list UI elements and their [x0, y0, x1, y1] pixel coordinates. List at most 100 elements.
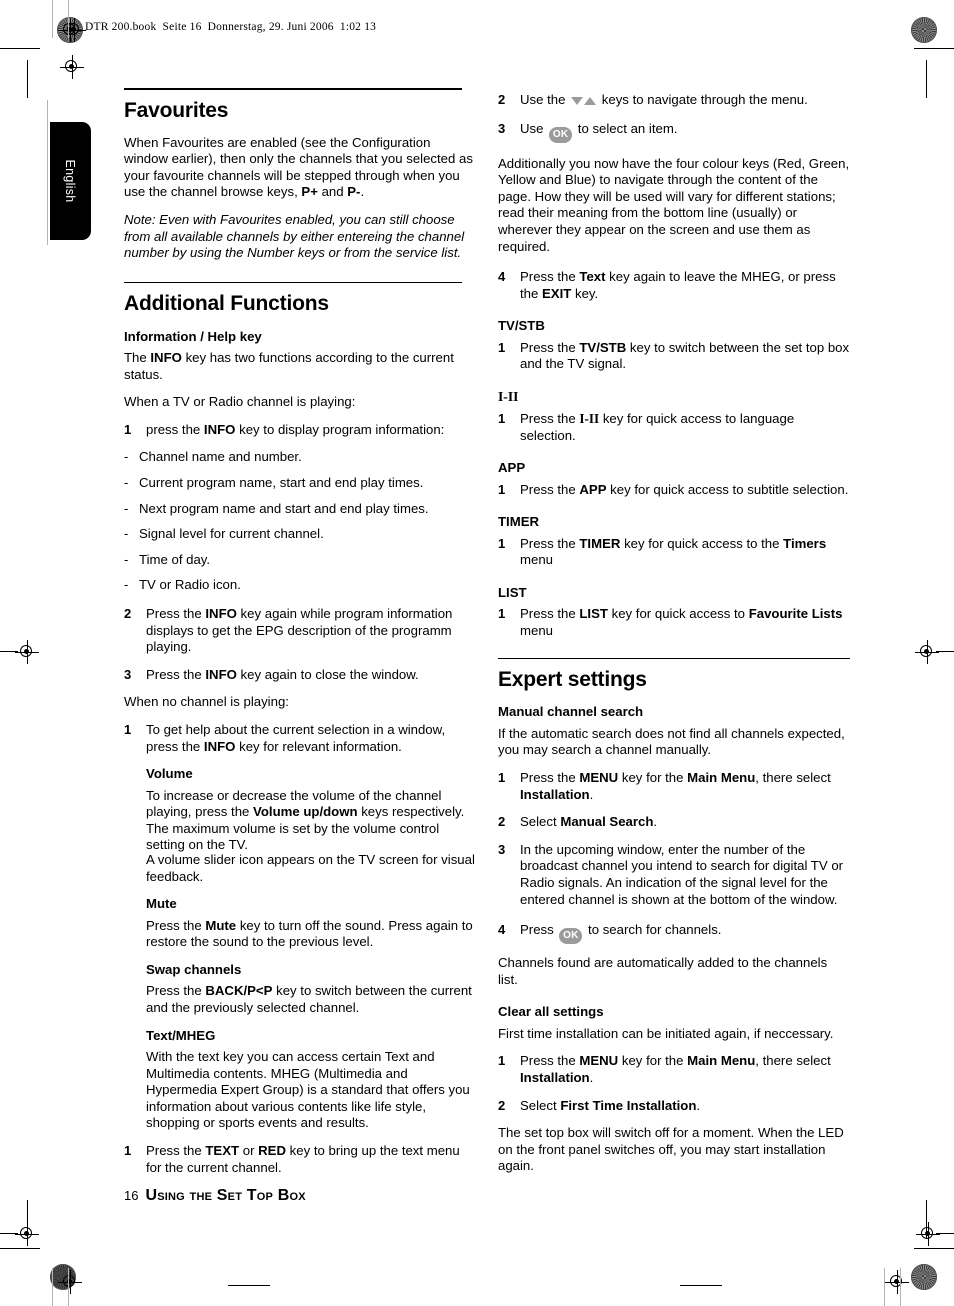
step-text-a: press the: [146, 421, 204, 437]
key-text: Text: [579, 269, 606, 285]
step-text: Press the APP key for quick access to su…: [520, 482, 850, 499]
step-text-c: or: [239, 1143, 259, 1159]
guide-line-bottom-right-v2: [900, 1268, 901, 1306]
key-red: RED: [258, 1143, 286, 1159]
registration-rosette-top-right: [911, 17, 937, 43]
guide-line-bottom-v2: [68, 1268, 69, 1306]
page-footer: 16 Using the Set Top Box: [124, 1187, 306, 1205]
manual-search-paragraph: If the automatic search does not find al…: [498, 725, 845, 758]
step-text-b: keys to navigate through the menu.: [598, 92, 808, 107]
volume-paragraph: To increase or decrease the volume of th…: [146, 788, 476, 854]
subheading-timer: TIMER: [498, 514, 540, 530]
step-text: Press the LIST key for quick access to F…: [520, 606, 850, 639]
key-timer: TIMER: [579, 535, 621, 551]
guide-line-left-vertical: [47, 100, 48, 245]
step-text-c: key for quick access to the: [620, 535, 784, 551]
crop-line-bottom-left-inner: [0, 1248, 40, 1249]
section-rule-favourites: [124, 88, 462, 90]
step-text: Press the TEXT or RED key to bring up th…: [146, 1143, 476, 1176]
heading-additional-functions: Additional Functions: [124, 292, 329, 316]
key-tv-stb: TV/STB: [579, 339, 627, 355]
subheading-clear-all-settings: Clear all settings: [498, 1004, 604, 1020]
list-item-label: Current program name, start and end play…: [139, 475, 424, 490]
menu-favourite-lists: Favourite Lists: [748, 606, 843, 622]
step-text-a: Press the: [146, 666, 206, 682]
step-text-a: Press the: [146, 1143, 206, 1159]
step-text: Press the MENU key for the Main Menu, th…: [520, 1053, 850, 1086]
menu-installation: Installation: [520, 1070, 590, 1086]
crop-line-mid-right-h: [936, 651, 954, 652]
subheading-app: APP: [498, 460, 526, 476]
dash-marker: -: [124, 551, 129, 567]
list-item-label: TV or Radio icon.: [139, 577, 241, 593]
key-info: INFO: [205, 605, 237, 621]
crop-target-mid-left: [15, 640, 39, 664]
guide-line-header-v2: [68, 0, 69, 38]
section-rule-expert-settings: [498, 657, 850, 660]
step-number: 1: [498, 606, 506, 622]
mute-paragraph: Press the Mute key to turn off the sound…: [146, 918, 476, 951]
crop-line-bottom-right-h: [936, 1233, 954, 1234]
list-item: - Next program name and start and end pla…: [124, 501, 476, 518]
favourites-paragraph-mid: and: [317, 184, 348, 200]
step-text-g: .: [589, 1070, 594, 1086]
step-number: 1: [498, 481, 506, 497]
step-info-epg: 2 Press the INFO key again while program…: [124, 606, 476, 656]
key-volume-up-down: Volume up/down: [253, 804, 358, 820]
step-text-c: key for quick access to subtitle selecti…: [606, 481, 849, 497]
step-number: 3: [498, 841, 506, 857]
menu-main-menu: Main Menu: [687, 1053, 756, 1069]
step-text-a: Press the: [520, 606, 580, 622]
step-number: 1: [498, 1053, 506, 1069]
crop-line-bottom-right-v: [926, 1200, 927, 1238]
crop-target-bottom-inner-left: [58, 1270, 82, 1294]
step-leave-mheg: 4 Press the Text key again to leave the …: [498, 269, 850, 302]
step-text: Use OK to select an item.: [520, 121, 850, 143]
page-number: 16: [124, 1188, 139, 1203]
language-tab-english: English: [50, 122, 91, 240]
crop-target-bottom-inner-right: [885, 1270, 909, 1294]
step-press-ok-search: 4 Press OK to search for channels.: [498, 922, 850, 945]
step-number: 2: [498, 1097, 506, 1113]
list-item-label: Signal level for current channel.: [139, 526, 324, 542]
step-text-a: Select: [520, 814, 561, 830]
crop-target-header-left: [60, 55, 84, 79]
step-text-a: Press the: [520, 339, 580, 355]
step-text: Press the INFO key again while program i…: [146, 606, 476, 656]
volume-block: Volume To increase or decrease the volum…: [146, 766, 476, 1132]
step-text: Press the MENU key for the Main Menu, th…: [520, 770, 850, 803]
favourites-paragraph-end: .: [360, 184, 365, 200]
step-text-c: .: [696, 1097, 701, 1113]
favourites-paragraph-text: When Favourites are enabled (see the Con…: [124, 134, 473, 200]
heading-expert-settings: Expert settings: [498, 668, 647, 692]
favourites-note: Note: Even with Favourites enabled, you …: [124, 212, 465, 261]
key-text: TEXT: [205, 1143, 240, 1159]
step-text: To get help about the current selection …: [146, 722, 476, 755]
favourites-paragraph: When Favourites are enabled (see the Con…: [124, 135, 476, 201]
key-exit: EXIT: [542, 285, 572, 301]
key-info: INFO: [205, 666, 237, 682]
step-text-e: , there select: [755, 1053, 831, 1069]
step-number: 1: [498, 411, 506, 427]
step-number: 3: [498, 120, 506, 136]
list-item: - Signal level for current channel.: [124, 526, 476, 543]
list-item-label: Time of day.: [139, 551, 211, 567]
crop-line-top-left: [0, 48, 40, 49]
ok-key-icon: OK: [549, 126, 573, 143]
step-text-red-key: 1 Press the TEXT or RED key to bring up …: [124, 1143, 476, 1176]
dash-marker: -: [124, 577, 129, 593]
menu-main-menu: Main Menu: [687, 770, 756, 786]
step-text-a: Press the: [146, 605, 206, 621]
ok-key-icon: OK: [559, 928, 583, 945]
step-select-manual-search: 2 Select Manual Search.: [498, 814, 850, 831]
step-text-e: , there select: [755, 770, 831, 786]
subheading-i-ii: I-II: [498, 389, 519, 405]
swap-text-a: Press the: [146, 983, 206, 999]
swap-channels-paragraph: Press the BACK/P<P key to switch between…: [146, 983, 476, 1016]
step-number: 1: [124, 1143, 132, 1159]
subheading-tv-stb: TV/STB: [498, 318, 545, 334]
dash-marker: -: [124, 526, 129, 542]
step-select-first-time-installation: 2 Select First Time Installation.: [498, 1098, 850, 1115]
step-app: 1 Press the APP key for quick access to …: [498, 482, 850, 499]
dash-marker: -: [124, 500, 129, 516]
